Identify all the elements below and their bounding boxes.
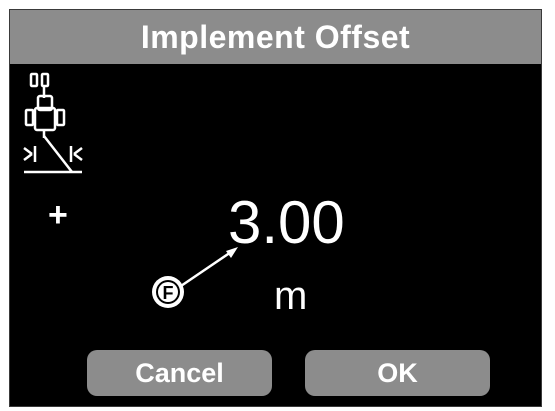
ok-button[interactable]: OK (305, 350, 490, 396)
f-callout-icon: F (152, 247, 238, 308)
cancel-button[interactable]: Cancel (87, 350, 272, 396)
offset-sign[interactable]: + (48, 198, 68, 232)
dialog-title: Implement Offset (140, 18, 411, 55)
implement-offset-dialog: Implement Offset + 3.00 m F Cancel OK (9, 9, 542, 407)
tractor-implement-offset-icon (23, 72, 83, 174)
callout-letter: F (163, 283, 174, 303)
title-bar: Implement Offset (10, 10, 541, 64)
offset-unit: m (274, 274, 308, 318)
